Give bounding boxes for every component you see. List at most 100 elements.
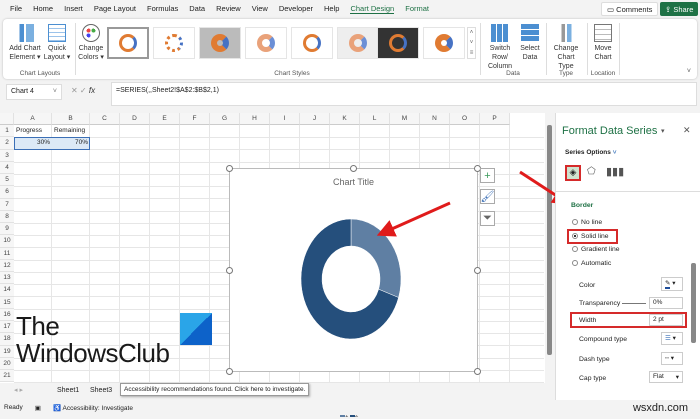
tab-format[interactable]: Format — [405, 4, 429, 13]
column-header[interactable]: E — [150, 113, 180, 125]
column-header[interactable]: F — [180, 113, 210, 125]
transparency-slider[interactable] — [622, 303, 646, 304]
column-header[interactable]: N — [420, 113, 450, 125]
row-header[interactable]: 4 — [0, 161, 14, 174]
column-header[interactable]: J — [300, 113, 330, 125]
chart-style-3[interactable] — [199, 27, 241, 59]
row-header[interactable]: 3 — [0, 149, 14, 162]
compound-type-dropdown[interactable]: ☰ ▾ — [661, 332, 683, 345]
series-options-dropdown[interactable]: Series Options ˅ — [565, 149, 616, 156]
styles-scroll[interactable]: ˄ ˅ ≡ — [467, 27, 476, 59]
change-chart-type-button[interactable]: Change Chart Type — [549, 24, 583, 71]
column-header[interactable]: H — [240, 113, 270, 125]
tab-home[interactable]: Home — [33, 4, 53, 13]
tab-review[interactable]: Review — [216, 4, 241, 13]
tab-view[interactable]: View — [252, 4, 268, 13]
doughnut-chart[interactable] — [230, 169, 479, 373]
resize-handle[interactable] — [226, 267, 233, 274]
column-header[interactable]: D — [120, 113, 150, 125]
resize-handle[interactable] — [226, 165, 233, 172]
share-button[interactable]: ⇪ Share — [660, 2, 699, 16]
column-header[interactable]: K — [330, 113, 360, 125]
sheet-nav-icons[interactable]: ◂ ▸ — [14, 386, 23, 394]
switch-row-column-button[interactable]: Switch Row/ Column — [483, 24, 517, 71]
effects-tab[interactable]: ⬠ — [587, 166, 596, 177]
sheet-tab[interactable]: Sheet3 — [90, 387, 112, 394]
cell-A1[interactable]: Progress — [14, 125, 52, 137]
cap-type-dropdown[interactable]: Flat ▾ — [649, 371, 683, 383]
donut-slice-progress[interactable] — [350, 218, 402, 298]
resize-handle[interactable] — [226, 368, 233, 375]
column-header[interactable]: O — [450, 113, 480, 125]
row-header[interactable]: 8 — [0, 210, 14, 223]
column-header[interactable]: I — [270, 113, 300, 125]
column-header[interactable]: B — [52, 113, 90, 125]
quick-layout-button[interactable]: Quick Layout ▾ — [43, 24, 71, 62]
column-header[interactable]: L — [360, 113, 390, 125]
row-header[interactable]: 14 — [0, 284, 14, 297]
chart-style-7[interactable] — [377, 27, 419, 59]
no-line-radio[interactable]: No line — [572, 219, 602, 226]
series-options-tab[interactable]: ▮▮▮ — [606, 165, 624, 178]
resize-handle[interactable] — [474, 267, 481, 274]
add-chart-element-button[interactable]: Add Chart Element ▾ — [8, 24, 42, 62]
tab-data[interactable]: Data — [189, 4, 205, 13]
row-header[interactable]: 17 — [0, 321, 14, 334]
row-header[interactable]: 15 — [0, 296, 14, 309]
transparency-input[interactable]: 0% — [649, 297, 683, 309]
tab-developer[interactable]: Developer — [279, 4, 313, 13]
select-all[interactable] — [0, 113, 14, 125]
row-header[interactable]: 12 — [0, 259, 14, 272]
column-header[interactable]: A — [14, 113, 52, 125]
row-header[interactable]: 10 — [0, 235, 14, 248]
tab-page-layout[interactable]: Page Layout — [94, 4, 136, 13]
chart-style-8[interactable] — [423, 27, 465, 59]
row-header[interactable]: 18 — [0, 333, 14, 346]
tab-chart-design[interactable]: Chart Design — [350, 4, 395, 14]
row-header[interactable]: 6 — [0, 186, 14, 199]
change-colors-button[interactable]: Change Colors ▾ — [77, 24, 105, 62]
row-header[interactable]: 2 — [0, 137, 14, 150]
row-header[interactable]: 19 — [0, 345, 14, 358]
row-header[interactable]: 20 — [0, 357, 14, 370]
resize-handle[interactable] — [474, 368, 481, 375]
automatic-radio[interactable]: Automatic — [572, 260, 611, 267]
tab-help[interactable]: Help — [324, 4, 339, 13]
dash-type-dropdown[interactable]: ┅ ▾ — [661, 352, 683, 365]
gradient-line-radio[interactable]: Gradient line — [572, 246, 620, 253]
chart-style-4[interactable] — [245, 27, 287, 59]
row-header[interactable]: 11 — [0, 247, 14, 260]
accessibility-button[interactable]: ♿ Accessibility: Investigate — [53, 404, 133, 412]
comments-button[interactable]: ▭ Comments — [601, 2, 659, 16]
column-header[interactable]: G — [210, 113, 240, 125]
row-header[interactable]: 7 — [0, 198, 14, 211]
chart-style-5[interactable] — [291, 27, 333, 59]
color-picker[interactable]: ✎ ▾ — [661, 277, 683, 291]
tab-formulas[interactable]: Formulas — [147, 4, 178, 13]
formula-input[interactable]: =SERIES(,,Sheet2!$A$2:$B$2,1) — [111, 82, 697, 106]
resize-handle[interactable] — [350, 165, 357, 172]
fill-line-tab[interactable]: ◈ — [565, 165, 581, 181]
chart-style-2[interactable] — [153, 27, 195, 59]
row-header[interactable]: 9 — [0, 223, 14, 236]
column-header[interactable]: M — [390, 113, 420, 125]
row-header[interactable]: 1 — [0, 125, 14, 138]
chart-style-1[interactable] — [107, 27, 149, 59]
row-header[interactable]: 16 — [0, 308, 14, 321]
chart-area[interactable]: Chart Title 1 2 — [226, 165, 481, 419]
chart-styles-button[interactable]: 🖌 — [480, 189, 495, 204]
row-header[interactable]: 13 — [0, 272, 14, 285]
chart-filters-button[interactable]: ⏷ — [480, 211, 495, 226]
tab-file[interactable]: File — [10, 4, 22, 13]
vertical-scrollbar[interactable] — [545, 113, 554, 383]
move-chart-button[interactable]: Move Chart — [589, 24, 617, 62]
row-header[interactable]: 5 — [0, 174, 14, 187]
column-header[interactable]: P — [480, 113, 510, 125]
column-header[interactable]: C — [90, 113, 120, 125]
name-box[interactable]: Chart 4 ˅ — [6, 84, 62, 100]
pane-scrollbar[interactable] — [691, 263, 696, 343]
row-header[interactable]: 21 — [0, 370, 14, 383]
sheet-tab[interactable]: Sheet1 — [57, 387, 79, 394]
collapse-ribbon-icon[interactable]: ˅ — [687, 68, 691, 75]
chart-style-6[interactable] — [337, 27, 379, 59]
